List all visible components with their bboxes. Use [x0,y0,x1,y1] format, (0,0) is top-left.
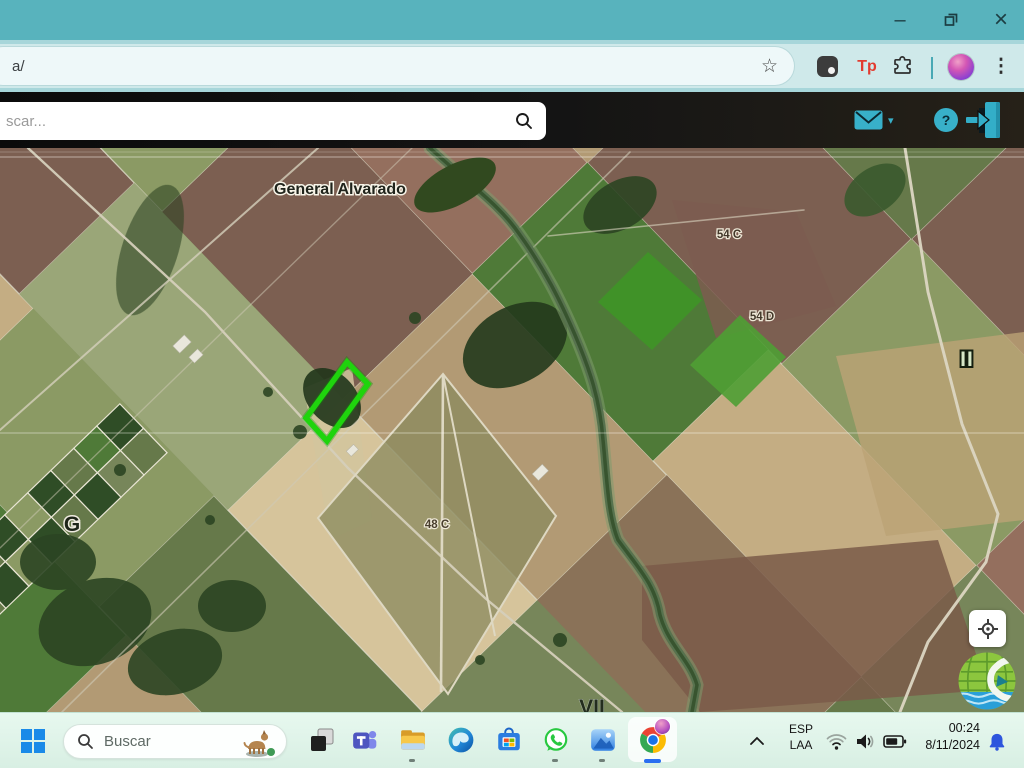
address-bar[interactable]: a/ ☆ [0,47,794,85]
tp-extension-icon[interactable]: Tp [855,56,879,77]
g-label: G [64,513,80,536]
roman-vii-label: VII [579,696,605,712]
taskbar-app-teams[interactable] [346,722,384,758]
chrome-active-indicator [644,759,661,763]
microsoft-store-icon [495,726,523,754]
language-indicator[interactable]: ESP LAA [784,722,818,753]
app-search-input[interactable] [4,112,514,131]
notifications-button[interactable] [986,731,1008,758]
wifi-icon [826,733,847,751]
photos-icon [589,726,617,754]
chrome-profile-badge [655,719,670,734]
clock[interactable]: 00:24 8/11/2024 [900,720,980,754]
taskbar-app-whatsapp[interactable] [537,722,575,758]
app-logo-globe [950,650,1024,712]
file-explorer-icon [399,726,427,754]
locate-me-button[interactable] [969,610,1006,647]
wifi-button[interactable] [826,733,847,756]
parcel-48c-label: 48 C [425,519,449,531]
restore-icon [944,13,958,27]
chevron-up-icon [748,735,766,747]
app-search-box[interactable] [0,102,546,140]
tray-expand-button[interactable] [748,734,766,752]
browser-menu-icon[interactable]: ⋮ [991,55,1011,77]
windows-logo-icon [21,729,45,753]
running-indicator [552,759,558,762]
taskbar-search[interactable]: Buscar [63,724,287,759]
parcel-54c-label: 54 C [717,229,741,241]
roman-ii-label: II [960,348,974,371]
edge-icon [447,726,475,754]
taskbar-search-label: Buscar [104,733,151,750]
toolbar-divider [931,57,933,79]
speaker-icon [855,732,875,751]
teams-icon [351,726,379,754]
satellite-map[interactable]: General Alvarado 54 C 54 D 48 C G VII II [0,148,1024,712]
time-text: 00:24 [900,720,980,737]
taskbar-app-store[interactable] [490,722,528,758]
taskbar-app-photos[interactable] [584,722,622,758]
language-line1: ESP [784,722,818,738]
running-indicator [599,759,605,762]
close-icon: × [994,6,1008,34]
extension-badge [828,67,835,74]
logout-door-icon [966,100,1006,140]
close-button[interactable]: × [986,6,1016,34]
whatsapp-icon [542,726,570,754]
help-icon: ? [942,112,951,128]
mail-icon [854,109,883,131]
mail-menu-button[interactable]: ▾ [854,109,894,131]
volume-button[interactable] [855,732,875,756]
browser-titlebar: – × [0,0,1024,40]
profile-avatar[interactable] [948,54,974,80]
task-view-button[interactable] [303,722,341,758]
language-line2: LAA [784,738,818,754]
extension-icon[interactable] [817,56,838,77]
start-button[interactable] [21,729,45,758]
chevron-down-icon: ▾ [888,114,894,127]
bell-icon [986,731,1008,753]
extensions-puzzle-icon[interactable] [890,54,914,78]
search-icon [77,733,94,750]
task-view-icon [309,727,335,753]
logout-button[interactable] [966,100,1006,145]
help-button[interactable]: ? [934,108,958,132]
search-icon[interactable] [514,111,534,131]
restore-button[interactable] [936,6,966,34]
taskbar-app-file-explorer[interactable] [394,722,432,758]
bookmark-star-icon[interactable]: ☆ [761,55,778,78]
map-canvas[interactable]: General Alvarado 54 C 54 D 48 C G VII II [0,148,1024,712]
crosshair-icon [976,617,1000,641]
running-indicator [409,759,415,762]
minimize-button[interactable]: – [885,6,915,34]
taskbar-app-edge[interactable] [442,722,480,758]
minimize-icon: – [894,9,905,32]
town-label: General Alvarado [274,181,406,198]
search-highlight-dog-image [240,725,278,759]
date-text: 8/11/2024 [900,737,980,754]
parcel-54d-label: 54 D [750,311,774,323]
url-text: a/ [12,58,25,75]
